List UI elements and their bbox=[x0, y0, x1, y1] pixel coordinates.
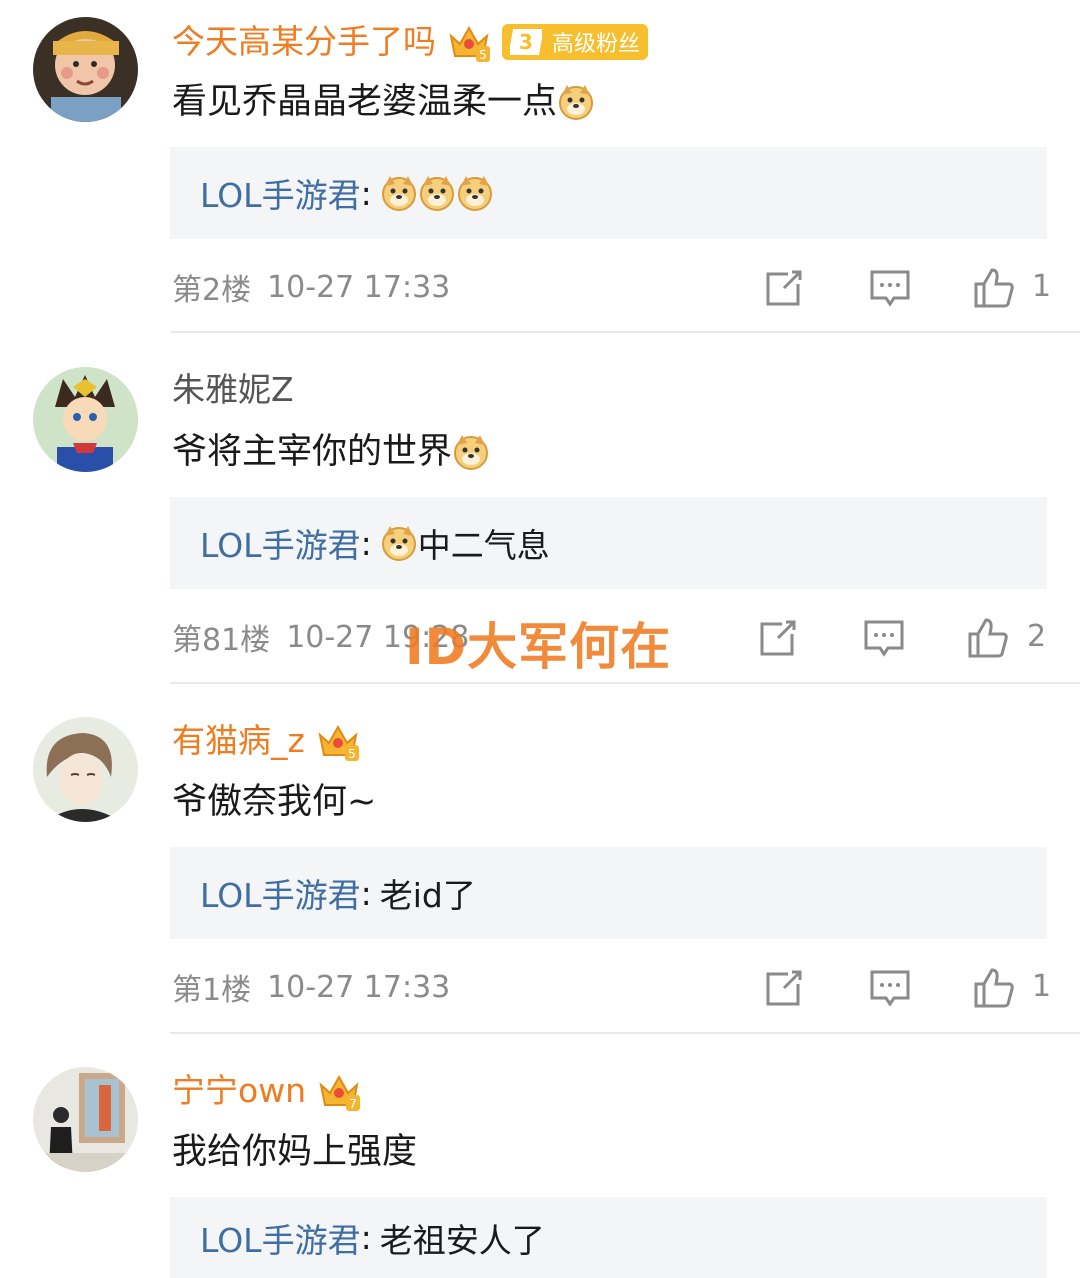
reply-box[interactable]: LOL手游君 : 中二气息 bbox=[170, 497, 1047, 589]
reply-author[interactable]: LOL手游君 bbox=[200, 519, 361, 567]
timestamp: 10-27 17:33 bbox=[267, 269, 451, 305]
avatar[interactable] bbox=[33, 367, 138, 472]
comment-text: 看见乔晶晶老婆温柔一点 bbox=[172, 76, 595, 128]
avatar[interactable] bbox=[33, 1067, 138, 1172]
divider bbox=[170, 682, 1080, 684]
meta-row: 第2楼 10-27 17:33 1 bbox=[172, 262, 1080, 312]
vip-crown-icon: 7 bbox=[316, 1069, 362, 1113]
svg-text:7: 7 bbox=[349, 1097, 357, 1111]
svg-text:5: 5 bbox=[479, 48, 487, 62]
doge-emoji-icon bbox=[418, 174, 456, 212]
username[interactable]: 宁宁own bbox=[172, 1066, 306, 1116]
like-count: 1 bbox=[1032, 969, 1052, 1004]
comment-text: 爷傲奈我何~ bbox=[172, 782, 377, 822]
watermark-caption: ID大军何在 bbox=[405, 618, 672, 676]
comment-icon[interactable] bbox=[862, 616, 906, 660]
share-icon[interactable] bbox=[762, 966, 806, 1010]
meta-row: 第1楼 10-27 17:33 1 bbox=[172, 962, 1080, 1012]
divider bbox=[170, 1032, 1080, 1034]
reply-text: 老id了 bbox=[379, 876, 476, 915]
doge-emoji-icon bbox=[557, 83, 595, 121]
vip-crown-icon: 5 bbox=[446, 20, 492, 64]
divider bbox=[170, 331, 1080, 333]
share-icon[interactable] bbox=[756, 616, 800, 660]
like-icon[interactable] bbox=[972, 966, 1016, 1010]
doge-emoji-icon bbox=[452, 433, 490, 471]
fan-badge-label: 高级粉丝 bbox=[552, 32, 641, 57]
fan-badge[interactable]: 3 高级粉丝 bbox=[502, 24, 649, 60]
comment-text: 我给你妈上强度 bbox=[172, 1132, 418, 1172]
like-icon[interactable] bbox=[972, 266, 1016, 310]
username[interactable]: 有猫病_z bbox=[172, 716, 305, 766]
name-row: 朱雅妮Z bbox=[172, 365, 294, 415]
doge-emoji-icon bbox=[380, 524, 418, 562]
username[interactable]: 朱雅妮Z bbox=[172, 365, 294, 415]
share-icon[interactable] bbox=[762, 266, 806, 310]
reply-author[interactable]: LOL手游君 bbox=[200, 1214, 361, 1262]
fan-level: 3 bbox=[508, 27, 544, 57]
reply-text: 老祖安人了 bbox=[379, 1220, 545, 1260]
timestamp: 10-27 17:33 bbox=[267, 969, 451, 1005]
name-row: 今天高某分手了吗 5 3 高级粉丝 bbox=[172, 17, 649, 67]
like-count: 1 bbox=[1032, 269, 1052, 304]
comment-icon[interactable] bbox=[868, 266, 912, 310]
reply-text: 中二气息 bbox=[417, 526, 550, 565]
doge-emoji-icon bbox=[380, 174, 418, 212]
comment-icon[interactable] bbox=[868, 966, 912, 1010]
reply-box[interactable]: LOL手游君 : 老id了 bbox=[170, 847, 1047, 939]
doge-emoji-icon bbox=[456, 174, 494, 212]
name-row: 有猫病_z 5 bbox=[172, 716, 361, 766]
like-icon[interactable] bbox=[966, 616, 1010, 660]
reply-author[interactable]: LOL手游君 bbox=[200, 169, 361, 217]
name-row: 宁宁own 7 bbox=[172, 1066, 362, 1116]
reply-box[interactable]: LOL手游君 : bbox=[170, 147, 1047, 239]
floor-number: 第1楼 bbox=[172, 973, 252, 1008]
comment-text: 爷将主宰你的世界 bbox=[172, 426, 490, 478]
vip-crown-icon: 5 bbox=[315, 719, 361, 763]
avatar[interactable] bbox=[33, 717, 138, 822]
reply-box[interactable]: LOL手游君 : 老祖安人了 bbox=[170, 1197, 1047, 1278]
like-count: 2 bbox=[1027, 619, 1047, 654]
username[interactable]: 今天高某分手了吗 bbox=[172, 17, 436, 67]
avatar[interactable] bbox=[33, 17, 138, 122]
svg-text:5: 5 bbox=[348, 747, 356, 761]
floor-number: 第2楼 bbox=[172, 273, 252, 308]
reply-author[interactable]: LOL手游君 bbox=[200, 869, 361, 917]
floor-number: 第81楼 bbox=[172, 623, 271, 658]
